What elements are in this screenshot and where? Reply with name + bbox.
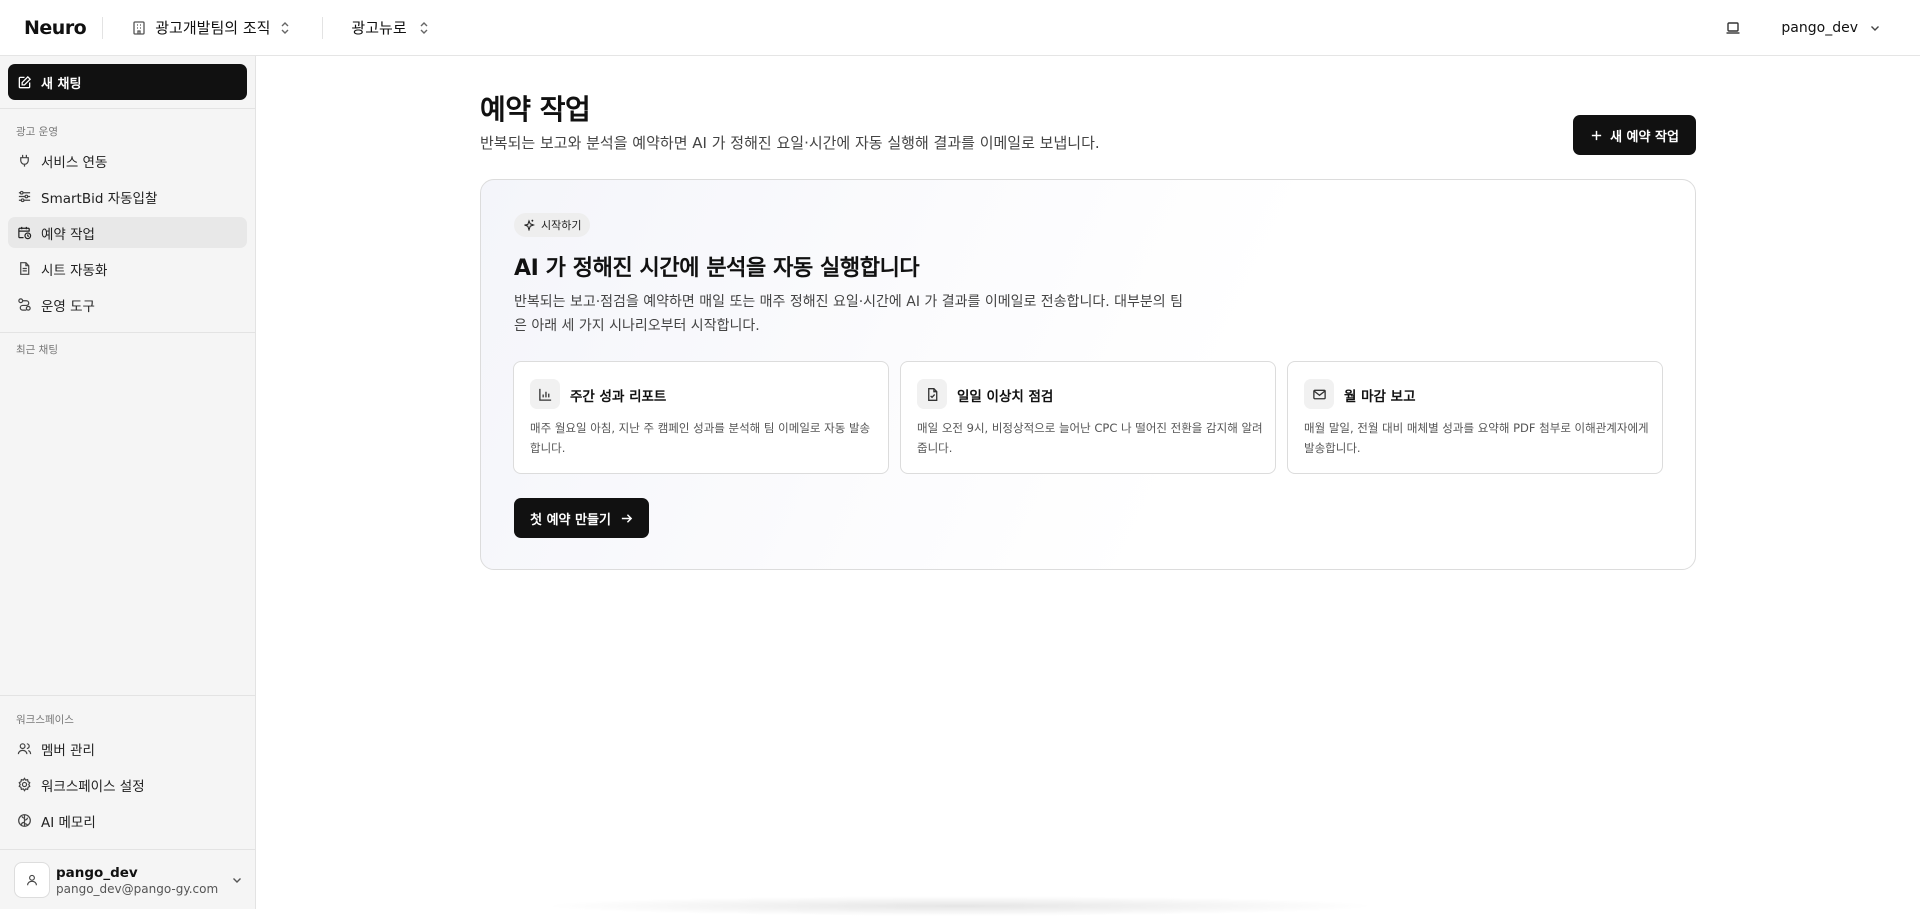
section-label-workspace: 워크스페이스: [16, 714, 74, 726]
document-icon: [17, 261, 32, 276]
scenario-card-weekly-report[interactable]: 주간 성과 리포트 매주 월요일 아침, 지난 주 캠페인 성과를 분석해 팀 …: [513, 361, 889, 474]
sidebar-user-email: pango_dev@pango-gy.com: [56, 881, 219, 896]
user-icon: [25, 873, 39, 887]
card-title: 일일 이상치 점검: [957, 389, 1054, 405]
sidebar-divider: [0, 332, 256, 333]
sidebar-divider: [0, 849, 256, 850]
brand-logo[interactable]: Neuro: [24, 17, 87, 39]
user-name: pango_dev: [1781, 19, 1858, 36]
section-label-ads: 광고 운영: [16, 126, 58, 138]
card-description: 매월 말일, 전월 대비 매체별 성과를 요약해 PDF 첨부로 이해관계자에게…: [1304, 421, 1649, 455]
sidebar-item-scheduled-jobs[interactable]: 예약 작업: [8, 217, 247, 248]
card-title: 주간 성과 리포트: [570, 389, 667, 405]
scenario-card-monthly-close[interactable]: 월 마감 보고 매월 말일, 전월 대비 매체별 성과를 요약해 PDF 첨부로…: [1287, 361, 1663, 474]
sidebar-item-smartbid[interactable]: SmartBid 자동입찰: [8, 181, 247, 212]
building-icon: [131, 20, 147, 36]
plug-icon: [17, 153, 32, 168]
edit-icon: [17, 75, 32, 90]
sidebar-item-service-integration[interactable]: 서비스 연동: [8, 145, 247, 176]
laptop-icon[interactable]: [1725, 20, 1741, 36]
scenario-card-daily-anomaly[interactable]: 일일 이상치 점검 매일 오전 9시, 비정상적으로 늘어난 CPC 나 떨어진…: [900, 361, 1276, 474]
chevrons-updown-icon: [417, 21, 431, 35]
sidebar-item-label: SmartBid 자동입찰: [41, 190, 158, 207]
new-chat-button[interactable]: 새 채팅: [8, 64, 247, 100]
gear-icon: [17, 777, 32, 792]
new-job-label: 새 예약 작업: [1610, 129, 1679, 145]
chevron-down-icon: [230, 873, 244, 887]
project-name: 광고뉴로: [351, 19, 407, 37]
chevron-down-icon: [1868, 21, 1882, 35]
card-description: 매주 월요일 아침, 지난 주 캠페인 성과를 분석해 팀 이메일로 자동 발송…: [530, 421, 871, 455]
sidebar-item-sheet-automation[interactable]: 시트 자동화: [8, 253, 247, 284]
create-first-job-label: 첫 예약 만들기: [530, 512, 611, 528]
sidebar-item-label: AI 메모리: [41, 814, 96, 831]
sidebar-item-label: 워크스페이스 설정: [41, 778, 145, 795]
create-first-job-button[interactable]: 첫 예약 만들기: [514, 498, 649, 538]
sidebar-item-ops-tools[interactable]: 운영 도구: [8, 289, 247, 320]
sidebar-item-label: 멤버 관리: [41, 742, 95, 759]
sidebar-item-label: 서비스 연동: [41, 154, 108, 171]
hero-description: 반복되는 보고·점검을 예약하면 매일 또는 매주 정해진 요일·시간에 AI …: [514, 294, 1183, 334]
avatar: [14, 862, 50, 898]
new-scheduled-job-button[interactable]: 새 예약 작업: [1573, 115, 1696, 155]
sidebar-item-label: 운영 도구: [41, 298, 95, 315]
getting-started-badge: 시작하기: [514, 213, 591, 237]
badge-label: 시작하기: [541, 219, 582, 232]
chevrons-updown-icon: [278, 21, 292, 35]
topbar-divider: [322, 16, 324, 39]
top-bar: Neuro 광고개발팀의 조직 광고뉴로 pango_dev: [0, 0, 1920, 56]
sidebar-item-label: 예약 작업: [41, 226, 95, 243]
route-icon: [17, 297, 32, 312]
user-menu[interactable]: pango_dev: [1781, 20, 1882, 36]
sidebar-divider: [0, 108, 256, 109]
org-name: 광고개발팀의 조직: [155, 19, 271, 37]
sidebar-user-name: pango_dev: [56, 864, 138, 881]
sidebar-item-ai-memory[interactable]: AI 메모리: [8, 805, 247, 836]
org-switcher[interactable]: 광고개발팀의 조직: [131, 17, 292, 38]
arrow-right-icon: [620, 512, 633, 525]
topbar-divider: [102, 16, 104, 39]
sidebar-divider: [0, 695, 256, 696]
project-switcher[interactable]: 광고뉴로: [351, 17, 430, 38]
file-check-icon: [917, 379, 947, 409]
brain-icon: [17, 813, 32, 828]
card-title: 월 마감 보고: [1344, 389, 1416, 405]
sidebar-item-workspace-settings[interactable]: 워크스페이스 설정: [8, 769, 247, 800]
sidebar-item-members[interactable]: 멤버 관리: [8, 733, 247, 764]
hero-title: AI 가 정해진 시간에 분석을 자동 실행합니다: [514, 256, 920, 281]
new-chat-label: 새 채팅: [41, 76, 82, 92]
page-subtitle: 반복되는 보고와 분석을 예약하면 AI 가 정해진 요일·시간에 자동 실행해…: [480, 134, 1100, 152]
users-icon: [17, 741, 32, 756]
sidebar-user-card[interactable]: pango_dev pango_dev@pango-gy.com: [14, 860, 244, 900]
sliders-icon: [17, 189, 32, 204]
sidebar: 새 채팅 광고 운영 서비스 연동 SmartBid 자동입찰 예약 작업 시트…: [0, 56, 256, 909]
card-description: 매일 오전 9시, 비정상적으로 늘어난 CPC 나 떨어진 전환을 감지해 알…: [917, 421, 1263, 455]
sidebar-item-label: 시트 자동화: [41, 262, 108, 279]
bar-chart-icon: [530, 379, 560, 409]
section-label-recent: 최근 채팅: [16, 344, 58, 356]
plus-icon: [1590, 129, 1603, 142]
bottom-shadow: [540, 896, 1380, 916]
calendar-clock-icon: [17, 225, 32, 240]
page-title: 예약 작업: [480, 93, 591, 126]
getting-started-panel: 시작하기 AI 가 정해진 시간에 분석을 자동 실행합니다 반복되는 보고·점…: [480, 179, 1696, 570]
sparkles-icon: [523, 219, 535, 231]
mail-icon: [1304, 379, 1334, 409]
